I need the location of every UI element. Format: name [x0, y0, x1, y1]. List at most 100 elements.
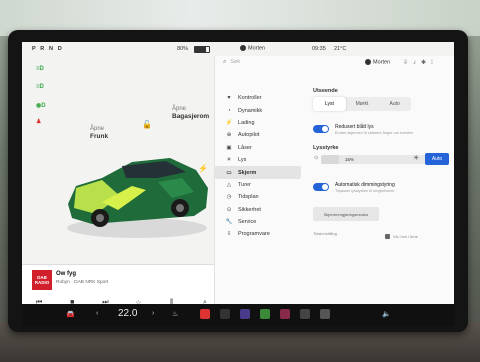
indicator-icon-1: ≡D	[36, 66, 44, 72]
appearance-option-dark[interactable]: Mørkt	[346, 97, 379, 111]
menu-item-icon: ☀	[226, 157, 232, 164]
bluetooth-icon[interactable]: ✱	[421, 60, 431, 66]
gear-selector: P R N D	[32, 46, 64, 52]
brightness-fill	[321, 155, 339, 164]
frunk-action: Åpne	[90, 126, 105, 132]
outside-temp: 21°C	[334, 46, 347, 52]
seat-heater-icon[interactable]: ♨	[172, 310, 178, 318]
phone-icon[interactable]	[220, 309, 230, 319]
avatar	[365, 59, 371, 65]
settings-menu-item-autopilot[interactable]: ⊕ Autopilot	[215, 129, 301, 141]
media-app-icon[interactable]	[200, 309, 210, 319]
apps-icon[interactable]	[320, 309, 330, 319]
clock: 09:35	[312, 46, 326, 52]
car-icon[interactable]: 🚘	[66, 310, 75, 318]
sun-large-icon: ☀	[413, 155, 420, 162]
menu-item-label: Dynamikk	[238, 107, 263, 114]
sun-small-icon: ☼	[313, 154, 320, 161]
settings-menu: ♥ Kontroller ◔ Dynamikk ⚡ Lading ⊕ Autopilot ▣ Lå…	[215, 92, 301, 241]
search-input[interactable]: ⌕ Søk	[223, 59, 240, 66]
menu-item-icon: ⇩	[226, 231, 232, 238]
song-title: Ow fyg	[56, 271, 77, 277]
menu-item-label: Turer	[238, 181, 251, 188]
chevron-left-icon[interactable]: ‹	[96, 310, 98, 317]
menu-item-label: Skjerm	[238, 169, 257, 176]
settings-menu-item-service[interactable]: 🔧 Service	[215, 216, 301, 228]
menu-item-icon: ◷	[226, 194, 232, 201]
song-subtitle: Robyn · DAB NRK Sport	[56, 280, 109, 285]
settings-header: ⌕ Søk Morten ⇩♪✱⁞	[215, 56, 454, 70]
checkbox-icon[interactable]	[385, 234, 390, 239]
menu-item-icon: ⚡	[225, 119, 233, 126]
signal-icon[interactable]: ⁞	[431, 60, 438, 66]
status-profile-name: Morten	[248, 45, 266, 52]
auto-dimming-title: Automatisk dimmingstyring	[335, 182, 395, 188]
lock-icon[interactable]: 🔓	[142, 120, 152, 129]
settings-menu-item-tidsplan[interactable]: ◷ Tidsplan	[215, 191, 301, 203]
album-art: DAB RADIO	[32, 270, 52, 290]
auto-dimming-toggle[interactable]	[313, 183, 329, 191]
toybox-icon[interactable]	[300, 309, 310, 319]
status-profile[interactable]: Morten	[240, 45, 265, 51]
menu-item-label: Programvare	[238, 231, 270, 238]
settings-menu-item-l-ser[interactable]: ▣ Låser	[215, 142, 301, 154]
settings-menu-item-lading[interactable]: ⚡ Lading	[215, 117, 301, 129]
indicator-icon-2: ≡D	[36, 84, 44, 90]
brightness-auto-button[interactable]: Auto	[425, 153, 449, 165]
menu-item-icon: ♥	[227, 95, 231, 102]
search-placeholder: Søk	[230, 59, 241, 65]
camera-icon[interactable]	[240, 309, 250, 319]
menu-item-label: Autopilot	[238, 132, 260, 139]
settings-menu-item-skjerm[interactable]: ▭ Skjerm	[215, 166, 301, 179]
appearance-option-light[interactable]: Lyst	[313, 97, 346, 111]
settings-panel: ⌕ Søk Morten ⇩♪✱⁞ ♥ Kontroller ◔ Dynamikk ⚡ La…	[214, 56, 454, 304]
menu-item-label: Kontroller	[238, 95, 262, 102]
header-icons: ⇩♪✱⁞	[403, 59, 438, 66]
volume-icon[interactable]: 🔈	[382, 310, 391, 318]
menu-item-label: Lys	[238, 157, 247, 164]
calendar-icon[interactable]	[280, 309, 290, 319]
vehicle-panel: ≡D ≡D ◉D ♟ Åpne Frunk Åpne Bagasjerom 🔓 …	[22, 56, 214, 304]
appearance-heading: Utseende	[313, 88, 338, 94]
menu-item-icon: ▭	[226, 169, 232, 176]
settings-menu-item-turer[interactable]: △ Turer	[215, 179, 301, 191]
avatar	[240, 45, 246, 51]
spotify-icon[interactable]	[260, 309, 270, 319]
user-profile[interactable]: Morten	[365, 59, 390, 65]
menu-item-icon: 🔧	[225, 219, 233, 226]
battery-percent: 80%	[177, 46, 189, 52]
blue-light-desc: Endrer skjermen til varmere farger om kv…	[335, 131, 414, 135]
battery-icon	[194, 46, 210, 53]
speed-unit-label: Vis i km / time	[393, 234, 418, 239]
settings-menu-item-sikkerhet[interactable]: ⊙ Sikkerhet	[215, 204, 301, 216]
touchscreen: P R N D 80% Morten 09:35 21°C ≡D ≡D ◉D ♟…	[22, 42, 454, 304]
settings-menu-item-lys[interactable]: ☀ Lys	[215, 154, 301, 166]
settings-menu-item-programvare[interactable]: ⇩ Programvare	[215, 228, 301, 240]
menu-item-label: Låser	[238, 144, 252, 151]
climate-temperature[interactable]: 22.0	[118, 308, 137, 319]
media-player: DAB RADIO Ow fyg Robyn · DAB NRK Sport ⏮…	[22, 264, 214, 304]
menu-item-label: Service	[238, 219, 257, 226]
auto-dimming-desc: Tilpasser lysstyrken til omgivelsene	[335, 189, 395, 193]
menu-item-icon: ⊙	[226, 206, 232, 213]
download-icon[interactable]: ⇩	[403, 60, 413, 66]
search-icon: ⌕	[223, 59, 227, 65]
menu-item-label: Lading	[238, 119, 255, 126]
trunk-button[interactable]: Åpne Bagasjerom	[172, 106, 209, 120]
time-format-label: Tidsinnstilling	[313, 231, 337, 236]
frunk-label: Frunk	[90, 133, 109, 140]
bell-icon[interactable]: ♪	[413, 60, 421, 66]
blue-light-toggle[interactable]	[313, 125, 329, 133]
settings-menu-item-kontroller[interactable]: ♥ Kontroller	[215, 92, 301, 104]
brightness-heading: Lysstyrke	[313, 145, 339, 151]
screen-clean-button[interactable]: Skjermrengjøringsmodus	[313, 207, 379, 221]
dock-bar: 🚘 ‹ 22.0 › ♨ 🔈	[22, 304, 454, 326]
frunk-button[interactable]: Åpne Frunk	[90, 126, 108, 140]
car-model[interactable]	[62, 142, 212, 242]
appearance-selector: Lyst Mørkt Auto	[313, 97, 411, 111]
appearance-option-auto[interactable]: Auto	[378, 97, 411, 111]
indicator-icon-3: ◉D	[36, 103, 46, 109]
brightness-value: 16%	[345, 157, 355, 162]
chevron-right-icon[interactable]: ›	[152, 310, 154, 317]
settings-menu-item-dynamikk[interactable]: ◔ Dynamikk	[215, 104, 301, 116]
